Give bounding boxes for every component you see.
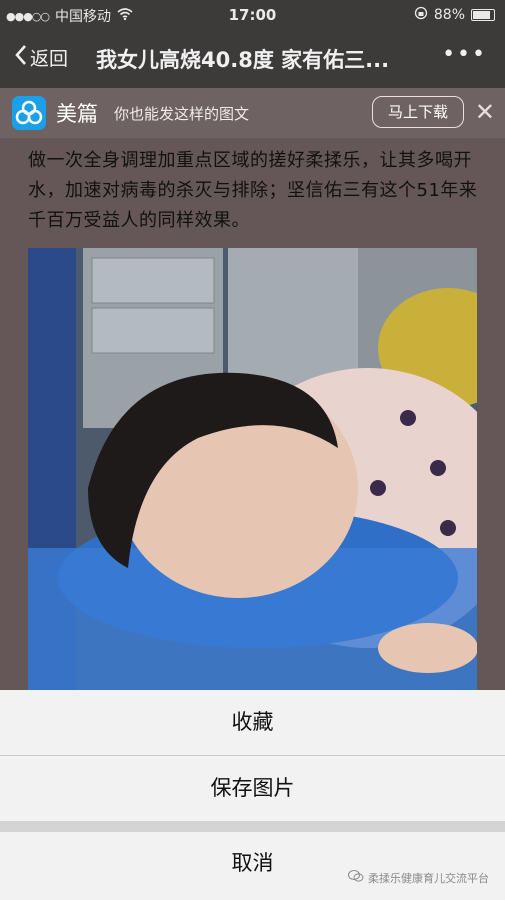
cancel-option[interactable]: 取消	[0, 832, 505, 900]
back-chevron-icon	[14, 44, 28, 71]
watermark: 柔揉乐健康育儿交流平台	[348, 869, 489, 886]
article-paragraph: 做一次全身调理加重点区域的搓好柔揉乐，让其多喝开水，加速对病毒的杀灭与排除；坚信…	[28, 150, 478, 231]
back-label: 返回	[30, 48, 69, 70]
lock-rotation-icon	[414, 6, 428, 24]
battery-percent: 88%	[433, 7, 465, 23]
favorite-option[interactable]: 收藏	[0, 690, 505, 756]
article-content: 做一次全身调理加重点区域的搓好柔揉乐，让其多喝开水，加速对病毒的杀灭与排除；坚信…	[0, 138, 505, 690]
save-image-option[interactable]: 保存图片	[0, 756, 505, 821]
app-name: 美篇	[56, 102, 98, 126]
banner-slogan: 你也能发这样的图文	[114, 105, 250, 123]
wechat-icon	[348, 869, 364, 886]
download-button[interactable]: 马上下载	[372, 96, 464, 128]
watermark-text: 柔揉乐健康育儿交流平台	[368, 871, 489, 885]
action-sheet: 收藏 保存图片 取消 柔揉乐健康育儿交流平台	[0, 690, 505, 900]
nav-bar: 返回 我女儿高烧40.8度 家有佑三... •••	[0, 30, 505, 88]
article-photo[interactable]	[28, 248, 477, 690]
page-title: 我女儿高烧40.8度 家有佑三...	[96, 48, 390, 72]
battery-icon	[471, 9, 495, 21]
close-icon[interactable]: ✕	[475, 98, 495, 126]
app-banner: 美篇 你也能发这样的图文 马上下载 ✕	[0, 88, 505, 138]
more-icon[interactable]: •••	[442, 42, 487, 67]
meipian-logo-icon	[12, 96, 46, 130]
back-button[interactable]: 返回	[14, 44, 68, 71]
status-bar: ●●●○○ 中国移动 17:00 88%	[0, 0, 505, 30]
